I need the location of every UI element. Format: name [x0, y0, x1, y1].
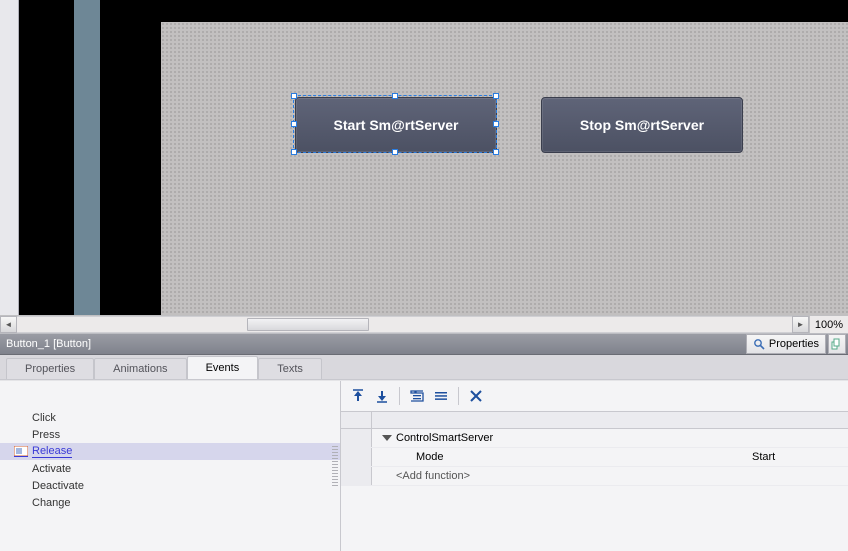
resize-handle-mr[interactable] [493, 121, 499, 127]
properties-icon [753, 338, 765, 350]
delete-button[interactable] [465, 385, 487, 407]
tab-animations-label: Animations [113, 363, 167, 375]
function-grid[interactable]: ControlSmartServer Mode Start <Add funct [341, 429, 848, 551]
resize-handle-tl[interactable] [291, 93, 297, 99]
tab-properties[interactable]: Properties [6, 358, 94, 379]
tab-events-label: Events [206, 362, 240, 374]
event-deactivate-label: Deactivate [32, 480, 84, 492]
param-value: Start [752, 451, 775, 463]
inspector-title-bar: Button_1 [Button] Properties [0, 333, 848, 355]
resize-handle-ml[interactable] [291, 121, 297, 127]
event-click[interactable]: Click [0, 409, 340, 426]
release-event-icon [14, 446, 28, 457]
vertical-ruler [0, 0, 19, 315]
add-function-placeholder: <Add function> [396, 470, 470, 482]
splitter-handle[interactable] [332, 446, 338, 486]
event-release[interactable]: Release [0, 443, 340, 460]
move-down-button[interactable] [371, 385, 393, 407]
selection-outline[interactable] [293, 95, 497, 153]
info-pane-toggle[interactable] [828, 334, 846, 354]
scroll-right-button[interactable]: ► [792, 316, 809, 333]
scroll-thumb[interactable] [247, 318, 369, 331]
event-click-label: Click [32, 412, 56, 424]
tab-texts[interactable]: Texts [258, 358, 322, 379]
resize-handle-tm[interactable] [392, 93, 398, 99]
toolbar-separator-2 [458, 387, 459, 405]
toolbar-separator [399, 387, 400, 405]
design-canvas[interactable]: Start Sm@rtServer Stop Sm@rtServer [19, 0, 848, 315]
function-name: ControlSmartServer [396, 432, 493, 444]
resize-handle-br[interactable] [493, 149, 499, 155]
events-list-panel: Click Press Release Activate Deactivate … [0, 381, 341, 551]
function-list-panel: ControlSmartServer Mode Start <Add funct [341, 381, 848, 551]
hmi-stop-button-label: Stop Sm@rtServer [580, 117, 704, 133]
resize-handle-bm[interactable] [392, 149, 398, 155]
scroll-left-button[interactable]: ◄ [0, 316, 17, 333]
event-activate-label: Activate [32, 463, 71, 475]
function-grid-header [341, 412, 848, 429]
event-change[interactable]: Change [0, 494, 340, 511]
zoom-indicator[interactable]: 100% [809, 316, 848, 333]
event-activate[interactable]: Activate [0, 460, 340, 477]
info-icon [831, 338, 843, 350]
tab-events[interactable]: Events [187, 356, 259, 379]
function-toolbar [341, 381, 848, 412]
disclosure-icon[interactable] [382, 435, 392, 441]
function-param-row[interactable]: Mode Start [341, 448, 848, 467]
inspector-tabs: Properties Animations Events Texts [0, 355, 848, 380]
inspector-title: Button_1 [Button] [6, 338, 91, 350]
collapse-button[interactable] [430, 385, 452, 407]
tab-animations[interactable]: Animations [94, 358, 186, 379]
function-row[interactable]: ControlSmartServer [341, 429, 848, 448]
resize-handle-bl[interactable] [291, 149, 297, 155]
horizontal-scrollbar[interactable]: ◄ ► 100% [0, 315, 848, 333]
tab-properties-label: Properties [25, 363, 75, 375]
scroll-track[interactable] [17, 316, 792, 333]
event-deactivate[interactable]: Deactivate [0, 477, 340, 494]
event-change-label: Change [32, 497, 71, 509]
properties-pane-label: Properties [769, 338, 819, 350]
tab-texts-label: Texts [277, 363, 303, 375]
param-name: Mode [416, 451, 444, 463]
event-press[interactable]: Press [0, 426, 340, 443]
resize-handle-tr[interactable] [493, 93, 499, 99]
hmi-screen-area[interactable]: Start Sm@rtServer Stop Sm@rtServer [161, 22, 848, 315]
move-up-button[interactable] [347, 385, 369, 407]
hmi-stop-button[interactable]: Stop Sm@rtServer [541, 97, 743, 153]
canvas-blue-strip [74, 0, 100, 315]
properties-pane-toggle[interactable]: Properties [746, 334, 826, 354]
event-release-label: Release [32, 445, 72, 458]
event-press-label: Press [32, 429, 60, 441]
expand-button[interactable] [406, 385, 428, 407]
add-function-row[interactable]: <Add function> [341, 467, 848, 486]
zoom-value: 100% [815, 319, 843, 331]
